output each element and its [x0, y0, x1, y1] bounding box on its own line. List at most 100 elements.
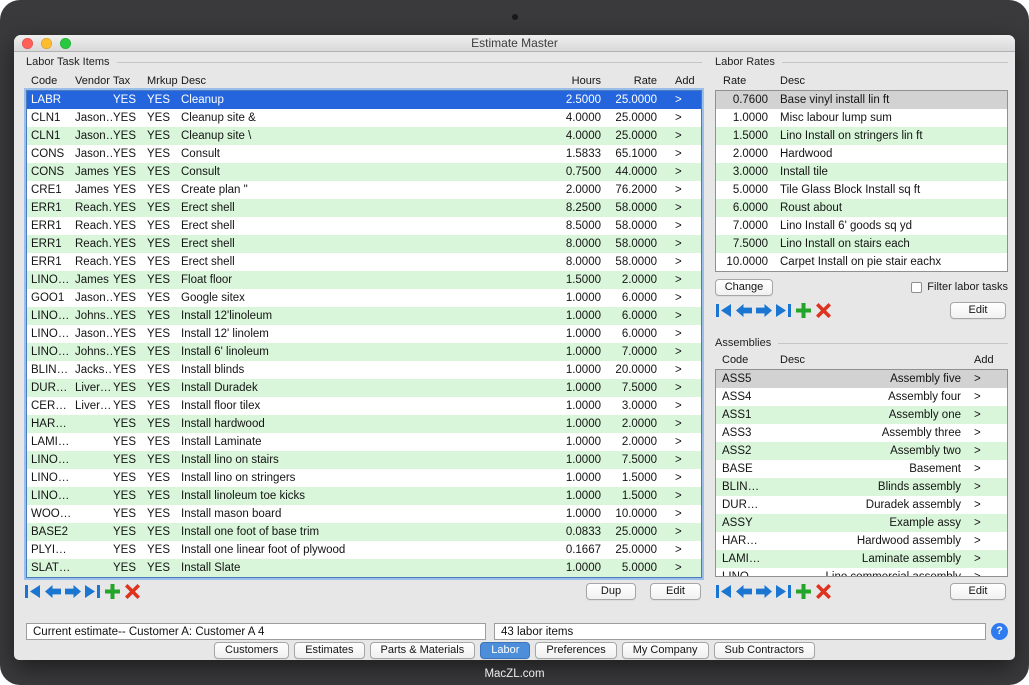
add-record-button[interactable] — [104, 584, 121, 599]
assembly-row[interactable]: LAMI… Laminate assembly > — [716, 550, 1007, 568]
add-to-estimate-link[interactable]: > — [665, 343, 701, 361]
assembly-row[interactable]: BLIN… Blinds assembly > — [716, 478, 1007, 496]
labor-task-row[interactable]: DUR… Liver… YES YES Install Duradek 1.00… — [27, 379, 701, 397]
assembly-row[interactable]: ASS3 Assembly three > — [716, 424, 1007, 442]
add-assembly-link[interactable]: > — [969, 478, 1007, 496]
add-to-estimate-link[interactable]: > — [665, 379, 701, 397]
last-record-button[interactable] — [775, 303, 792, 318]
last-record-button[interactable] — [775, 584, 792, 599]
labor-task-row[interactable]: ERR1 Reach… YES YES Erect shell 8.0000 5… — [27, 253, 701, 271]
add-to-estimate-link[interactable]: > — [665, 559, 701, 577]
add-to-estimate-link[interactable]: > — [665, 307, 701, 325]
labor-task-row[interactable]: ERR1 Reach… YES YES Erect shell 8.2500 5… — [27, 199, 701, 217]
first-record-button[interactable] — [24, 584, 41, 599]
labor-task-row[interactable]: CONS Jason… YES YES Consult 1.5833 65.10… — [27, 145, 701, 163]
assembly-row[interactable]: HAR… Hardwood assembly > — [716, 532, 1007, 550]
assembly-row[interactable]: LINO… Lino commercial assembly > — [716, 568, 1007, 577]
labor-task-row[interactable]: BASE2 YES YES Install one foot of base t… — [27, 523, 701, 541]
assembly-row[interactable]: ASS5 Assembly five > — [716, 370, 1007, 388]
labor-task-row[interactable]: PLYI… YES YES Install one linear foot of… — [27, 541, 701, 559]
add-to-estimate-link[interactable]: > — [665, 325, 701, 343]
labor-task-row[interactable]: CER… Liver… YES YES Install floor tilex … — [27, 397, 701, 415]
labor-rate-row[interactable]: 7.0000 Lino Install 6' goods sq yd — [716, 217, 1007, 235]
assembly-row[interactable]: ASSY Example assy > — [716, 514, 1007, 532]
first-record-button[interactable] — [715, 303, 732, 318]
labor-rate-row[interactable]: 2.0000 Hardwood — [716, 145, 1007, 163]
add-assembly-link[interactable]: > — [969, 460, 1007, 478]
tab-button[interactable]: Sub Contractors — [714, 642, 815, 659]
assembly-row[interactable]: ASS1 Assembly one > — [716, 406, 1007, 424]
previous-record-button[interactable] — [44, 584, 61, 599]
labor-rate-row[interactable]: 1.5000 Lino Install on stringers lin ft — [716, 127, 1007, 145]
labor-rate-row[interactable]: 3.0000 Install tile — [716, 163, 1007, 181]
add-assembly-link[interactable]: > — [969, 496, 1007, 514]
tab-button[interactable]: Preferences — [535, 642, 616, 659]
zoom-window-button[interactable] — [60, 38, 71, 49]
add-assembly-link[interactable]: > — [969, 406, 1007, 424]
labor-task-row[interactable]: LAMI… YES YES Install Laminate 1.0000 2.… — [27, 433, 701, 451]
add-to-estimate-link[interactable]: > — [665, 91, 701, 109]
add-to-estimate-link[interactable]: > — [665, 253, 701, 271]
dup-button[interactable]: Dup — [586, 583, 636, 600]
labor-task-row[interactable]: LINO… YES YES Install lino on stairs 1.0… — [27, 451, 701, 469]
add-assembly-link[interactable]: > — [969, 388, 1007, 406]
add-to-estimate-link[interactable]: > — [665, 289, 701, 307]
add-to-estimate-link[interactable]: > — [665, 109, 701, 127]
add-to-estimate-link[interactable]: > — [665, 361, 701, 379]
filter-labor-tasks-checkbox[interactable] — [911, 282, 922, 293]
add-assembly-link[interactable]: > — [969, 532, 1007, 550]
add-to-estimate-link[interactable]: > — [665, 181, 701, 199]
tab-button[interactable]: My Company — [622, 642, 709, 659]
previous-record-button[interactable] — [735, 303, 752, 318]
add-to-estimate-link[interactable]: > — [665, 469, 701, 487]
assembly-row[interactable]: ASS4 Assembly four > — [716, 388, 1007, 406]
labor-rate-row[interactable]: 1.0000 Misc labour lump sum — [716, 109, 1007, 127]
add-to-estimate-link[interactable]: > — [665, 163, 701, 181]
add-assembly-link[interactable]: > — [969, 370, 1007, 388]
labor-task-row[interactable]: WOO… YES YES Install mason board 1.0000 … — [27, 505, 701, 523]
previous-record-button[interactable] — [735, 584, 752, 599]
labor-task-row[interactable]: ERR1 Reach… YES YES Erect shell 8.5000 5… — [27, 217, 701, 235]
add-to-estimate-link[interactable]: > — [665, 127, 701, 145]
assembly-row[interactable]: DUR… Duradek assembly > — [716, 496, 1007, 514]
next-record-button[interactable] — [755, 584, 772, 599]
help-button[interactable]: ? — [991, 623, 1008, 640]
labor-rate-row[interactable]: 6.0000 Roust about — [716, 199, 1007, 217]
add-to-estimate-link[interactable]: > — [665, 415, 701, 433]
add-to-estimate-link[interactable]: > — [665, 199, 701, 217]
labor-task-row[interactable]: LINO… YES YES Install lino on stringers … — [27, 469, 701, 487]
labor-task-row[interactable]: GOO1 Jason… YES YES Google sitex 1.0000 … — [27, 289, 701, 307]
tab-button[interactable]: Customers — [214, 642, 289, 659]
add-to-estimate-link[interactable]: > — [665, 487, 701, 505]
delete-record-button[interactable] — [815, 303, 832, 318]
add-assembly-link[interactable]: > — [969, 442, 1007, 460]
window-titlebar[interactable]: Estimate Master — [14, 35, 1015, 52]
tab-button[interactable]: Parts & Materials — [370, 642, 476, 659]
labor-task-row[interactable]: CRE1 James YES YES Create plan " 2.0000 … — [27, 181, 701, 199]
delete-record-button[interactable] — [124, 584, 141, 599]
add-assembly-link[interactable]: > — [969, 514, 1007, 532]
labor-rates-edit-button[interactable]: Edit — [950, 302, 1006, 319]
add-to-estimate-link[interactable]: > — [665, 397, 701, 415]
labor-items-count-field[interactable]: 43 labor items — [494, 623, 986, 640]
labor-task-row[interactable]: LINO… Jason… YES YES Install 12' linolem… — [27, 325, 701, 343]
add-record-button[interactable] — [795, 303, 812, 318]
add-to-estimate-link[interactable]: > — [665, 505, 701, 523]
labor-task-row[interactable]: CLN1 Jason… YES YES Cleanup site \ 4.000… — [27, 127, 701, 145]
delete-record-button[interactable] — [815, 584, 832, 599]
labor-task-row[interactable]: BLIN… Jacks… YES YES Install blinds 1.00… — [27, 361, 701, 379]
first-record-button[interactable] — [715, 584, 732, 599]
labor-task-row[interactable]: CLN1 Jason… YES YES Cleanup site & 4.000… — [27, 109, 701, 127]
labor-task-row[interactable]: LINO… YES YES Install linoleum toe kicks… — [27, 487, 701, 505]
last-record-button[interactable] — [84, 584, 101, 599]
tab-button[interactable]: Estimates — [294, 642, 364, 659]
labor-task-row[interactable]: HAR… YES YES Install hardwood 1.0000 2.0… — [27, 415, 701, 433]
add-record-button[interactable] — [795, 584, 812, 599]
add-to-estimate-link[interactable]: > — [665, 217, 701, 235]
change-rate-button[interactable]: Change — [715, 279, 773, 296]
labor-rate-row[interactable]: 5.0000 Tile Glass Block Install sq ft — [716, 181, 1007, 199]
close-window-button[interactable] — [22, 38, 33, 49]
assembly-row[interactable]: BASE Basement > — [716, 460, 1007, 478]
labor-task-row[interactable]: CONS James YES YES Consult 0.7500 44.000… — [27, 163, 701, 181]
add-to-estimate-link[interactable]: > — [665, 235, 701, 253]
